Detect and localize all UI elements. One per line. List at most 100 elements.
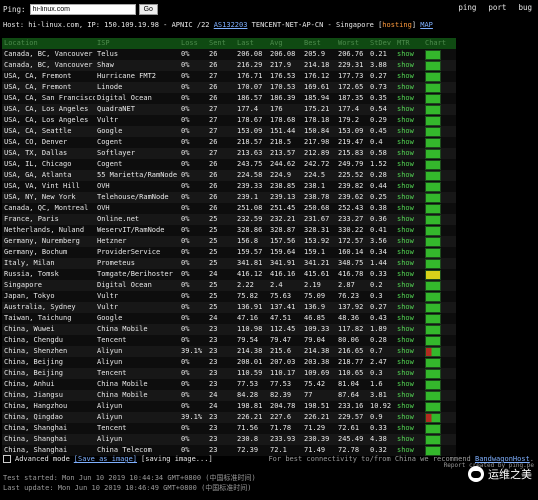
mtr-show-link[interactable]: show bbox=[395, 258, 423, 269]
latency-chart-bar[interactable] bbox=[425, 280, 441, 291]
latency-chart-bar[interactable] bbox=[425, 291, 441, 302]
mtr-show-link[interactable]: show bbox=[395, 280, 423, 291]
table-cell: 25 bbox=[209, 258, 218, 267]
mtr-show-link[interactable]: show bbox=[395, 247, 423, 258]
mtr-show-link[interactable]: show bbox=[395, 104, 423, 115]
save-as-image-link[interactable]: [Save as image] bbox=[74, 455, 137, 463]
mtr-show-link[interactable]: show bbox=[395, 379, 423, 390]
latency-chart-bar[interactable] bbox=[425, 390, 441, 401]
mtr-show-link[interactable]: show bbox=[395, 203, 423, 214]
column-header: StDev bbox=[370, 39, 392, 47]
mtr-show-link[interactable]: show bbox=[395, 71, 423, 82]
mtr-show-link[interactable]: show bbox=[395, 401, 423, 412]
chart-cell bbox=[423, 225, 456, 236]
table-cell: 0% bbox=[181, 225, 190, 234]
mtr-show-link[interactable]: show bbox=[395, 225, 423, 236]
table-cell: USA, TX, Dallas bbox=[4, 148, 68, 157]
latency-chart-bar[interactable] bbox=[425, 423, 441, 434]
nav-bug-link[interactable]: bug bbox=[518, 3, 532, 12]
latency-chart-bar[interactable] bbox=[425, 434, 441, 445]
mtr-show-link[interactable]: show bbox=[395, 269, 423, 280]
mtr-show-link[interactable]: show bbox=[395, 126, 423, 137]
latency-chart-bar[interactable] bbox=[425, 104, 441, 115]
mtr-show-link[interactable]: show bbox=[395, 93, 423, 104]
latency-chart-bar[interactable] bbox=[425, 60, 441, 71]
mtr-show-link[interactable]: show bbox=[395, 60, 423, 71]
nav-port-link[interactable]: port bbox=[488, 3, 506, 12]
mtr-show-link[interactable]: show bbox=[395, 324, 423, 335]
latency-chart-bar[interactable] bbox=[425, 49, 441, 60]
latency-chart-bar[interactable] bbox=[425, 170, 441, 181]
chart-cell bbox=[423, 159, 456, 170]
latency-chart-bar[interactable] bbox=[425, 269, 441, 280]
latency-chart-bar[interactable] bbox=[425, 368, 441, 379]
latency-chart-bar[interactable] bbox=[425, 137, 441, 148]
mtr-show-link[interactable]: show bbox=[395, 412, 423, 423]
nav-ping-link[interactable]: ping bbox=[458, 3, 476, 12]
table-header-row: Location ISP Loss Sent Last Avg Best Worst StDev… bbox=[2, 38, 456, 49]
latency-chart-bar[interactable] bbox=[425, 346, 441, 357]
mtr-show-link[interactable]: show bbox=[395, 335, 423, 346]
mtr-show-link[interactable]: show bbox=[395, 434, 423, 445]
latency-chart-bar[interactable] bbox=[425, 379, 441, 390]
latency-chart-bar[interactable] bbox=[425, 412, 441, 423]
mtr-show-link[interactable]: show bbox=[395, 170, 423, 181]
table-cell: 27 bbox=[209, 115, 218, 124]
latency-chart-bar[interactable] bbox=[425, 93, 441, 104]
latency-chart-bar[interactable] bbox=[425, 115, 441, 126]
latency-chart-bar[interactable] bbox=[425, 71, 441, 82]
go-button[interactable]: Go bbox=[138, 3, 158, 15]
mtr-show-link[interactable]: show bbox=[395, 368, 423, 379]
mtr-show-link[interactable]: show bbox=[395, 423, 423, 434]
mtr-show-link[interactable]: show bbox=[395, 82, 423, 93]
latency-chart-bar[interactable] bbox=[425, 148, 441, 159]
mtr-show-link[interactable]: show bbox=[395, 192, 423, 203]
asn-link[interactable]: AS132203 bbox=[214, 21, 248, 29]
table-cell: 0.3 bbox=[370, 368, 383, 377]
table-cell: 25 bbox=[209, 247, 218, 256]
latency-chart-bar[interactable] bbox=[425, 247, 441, 258]
mtr-show-link[interactable]: show bbox=[395, 357, 423, 368]
table-cell: 71.56 bbox=[237, 423, 259, 432]
mtr-show-link[interactable]: show bbox=[395, 137, 423, 148]
mtr-show-link[interactable]: show bbox=[395, 115, 423, 126]
mtr-show-link[interactable]: show bbox=[395, 49, 423, 60]
latency-chart-bar[interactable] bbox=[425, 401, 441, 412]
mtr-show-link[interactable]: show bbox=[395, 148, 423, 159]
latency-chart-bar[interactable] bbox=[425, 192, 441, 203]
latency-chart-bar[interactable] bbox=[425, 126, 441, 137]
hosting-tag-link[interactable]: hosting bbox=[382, 21, 412, 29]
latency-chart-bar[interactable] bbox=[425, 357, 441, 368]
mtr-show-link[interactable]: show bbox=[395, 313, 423, 324]
advanced-mode-label[interactable]: Advanced mode bbox=[15, 455, 70, 463]
latency-chart-bar[interactable] bbox=[425, 258, 441, 269]
mtr-show-link[interactable]: show bbox=[395, 236, 423, 247]
mtr-show-link[interactable]: show bbox=[395, 214, 423, 225]
latency-chart-bar[interactable] bbox=[425, 313, 441, 324]
table-cell: 198.81 bbox=[237, 401, 263, 410]
table-cell: 26 bbox=[209, 82, 218, 91]
latency-chart-bar[interactable] bbox=[425, 335, 441, 346]
mtr-show-link[interactable]: show bbox=[395, 159, 423, 170]
table-cell: 27 bbox=[209, 104, 218, 113]
table-cell: 0.41 bbox=[370, 225, 387, 234]
latency-chart-bar[interactable] bbox=[425, 302, 441, 313]
advanced-mode-checkbox[interactable] bbox=[3, 455, 11, 463]
mtr-show-link[interactable]: show bbox=[395, 291, 423, 302]
table-cell: 341.21 bbox=[304, 258, 330, 267]
table-cell: 0.28 bbox=[370, 170, 387, 179]
latency-chart-bar[interactable] bbox=[425, 203, 441, 214]
latency-chart-bar[interactable] bbox=[425, 159, 441, 170]
mtr-show-link[interactable]: show bbox=[395, 346, 423, 357]
latency-chart-bar[interactable] bbox=[425, 181, 441, 192]
latency-chart-bar[interactable] bbox=[425, 214, 441, 225]
latency-chart-bar[interactable] bbox=[425, 225, 441, 236]
latency-chart-bar[interactable] bbox=[425, 236, 441, 247]
mtr-show-link[interactable]: show bbox=[395, 390, 423, 401]
mtr-show-link[interactable]: show bbox=[395, 302, 423, 313]
map-link[interactable]: MAP bbox=[420, 21, 433, 29]
latency-chart-bar[interactable] bbox=[425, 324, 441, 335]
mtr-show-link[interactable]: show bbox=[395, 181, 423, 192]
host-input[interactable] bbox=[29, 3, 136, 15]
latency-chart-bar[interactable] bbox=[425, 82, 441, 93]
